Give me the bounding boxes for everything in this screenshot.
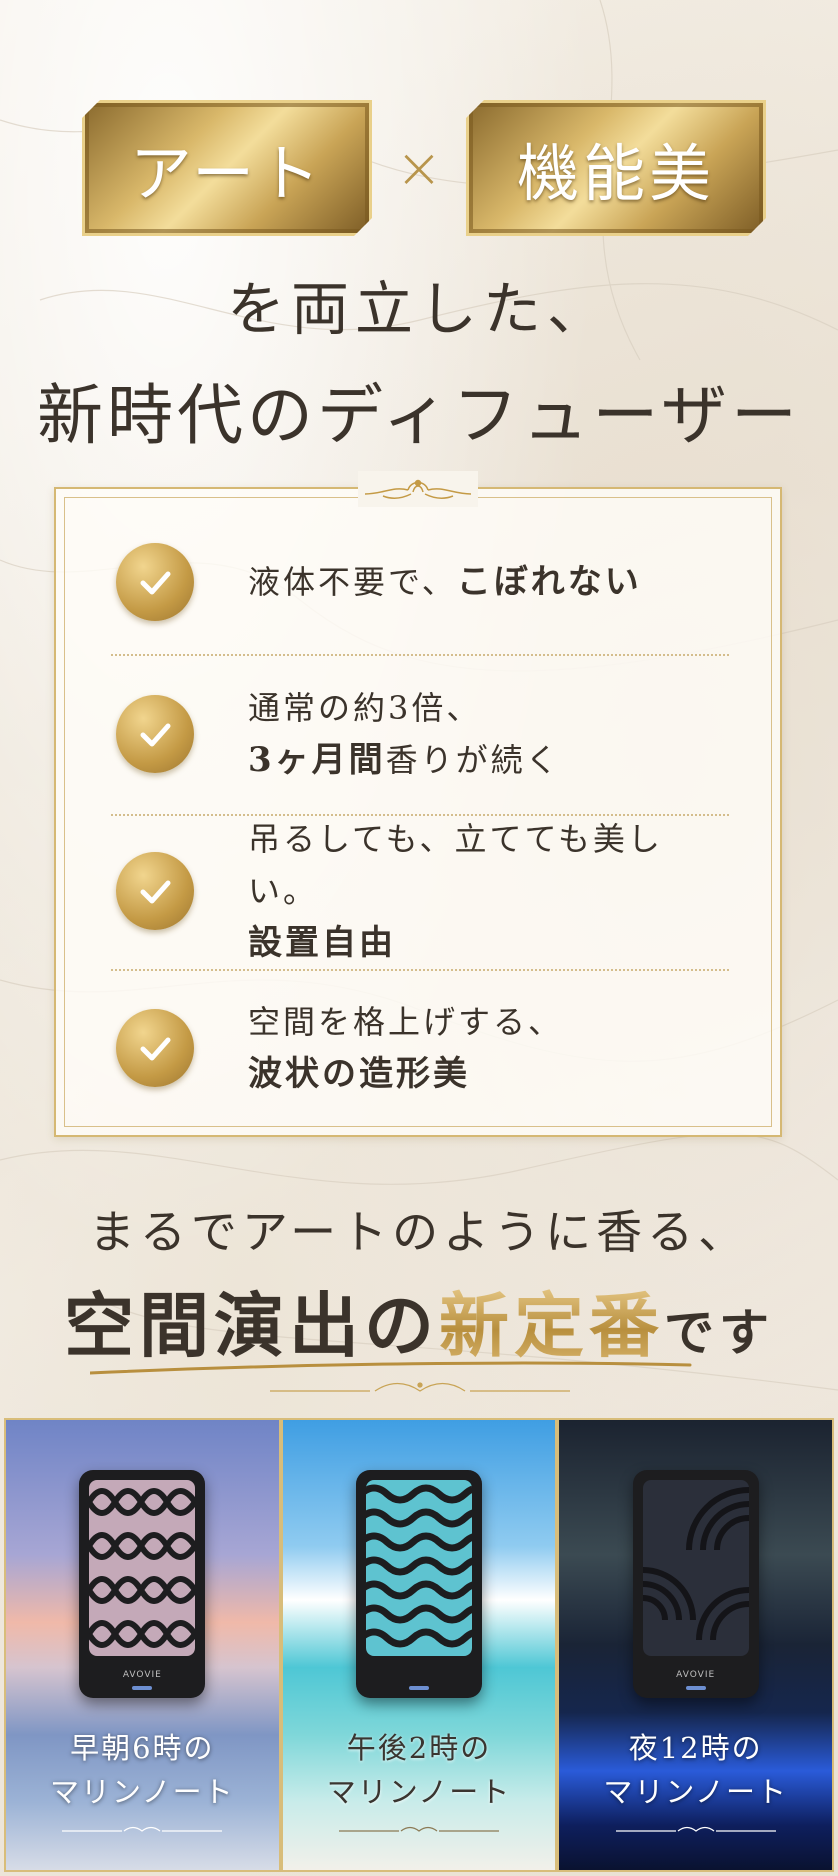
- led-indicator: [685, 1686, 706, 1690]
- led-indicator: [409, 1686, 429, 1690]
- diffuser-device: AVOVIE: [79, 1470, 206, 1698]
- panel-caption-line2: マリンノート: [50, 1775, 235, 1809]
- diffuser-device: [356, 1470, 482, 1698]
- feature-plain: 液体不要で、: [248, 563, 457, 601]
- panel-caption-line2: マリンノート: [326, 1775, 512, 1809]
- feature-bold: こぼれない: [456, 562, 642, 602]
- panel-night: AVOVIE 夜12時の マリンノート: [559, 1420, 833, 1870]
- tagline-underline: [90, 1361, 692, 1392]
- feature-text: 空間を格上げする、 波状の造形美: [248, 996, 563, 1100]
- check-icon: [116, 852, 194, 930]
- feature-bold: 波状の造形美: [248, 1054, 470, 1094]
- led-indicator: [132, 1686, 153, 1690]
- features-card: 液体不要で、こぼれない 通常の約3倍、 3ヶ月間香りが続く 吊るしても、立てても…: [54, 471, 782, 1137]
- brand-logo: AVOVIE: [676, 1670, 716, 1680]
- feature-item: 液体不要で、こぼれない: [116, 543, 726, 621]
- wave-pattern: [366, 1480, 472, 1656]
- feature-bold: 3ヶ月間: [248, 740, 386, 780]
- art-badge-label: アート: [129, 137, 325, 210]
- caption-ornament: [615, 1826, 776, 1832]
- panel-caption-line1: 午後2時の: [346, 1731, 492, 1765]
- divider: [111, 969, 729, 971]
- function-beauty-label: 機能美: [516, 137, 715, 210]
- check-icon: [116, 543, 194, 621]
- panel-caption-line2: マリンノート: [603, 1775, 788, 1809]
- divider: [111, 654, 729, 656]
- times-symbol: ×: [395, 135, 443, 201]
- panel-caption-line1: 夜12時の: [628, 1731, 763, 1765]
- feature-item: 吊るしても、立てても美しい。 設置自由: [116, 820, 726, 963]
- header-badges: アート × 機能美: [82, 100, 766, 236]
- feature-plain: 通常の約3倍、: [248, 689, 482, 727]
- function-beauty-badge: 機能美: [466, 100, 766, 236]
- feature-item: 通常の約3倍、 3ヶ月間香りが続く: [116, 679, 726, 789]
- feature-plain: 空間を格上げする、: [248, 1003, 564, 1041]
- caption-ornament: [62, 1826, 223, 1832]
- feature-bold: 設置自由: [248, 923, 396, 963]
- feature-item: 空間を格上げする、 波状の造形美: [116, 993, 726, 1103]
- feature-text: 吊るしても、立てても美しい。 設置自由: [248, 813, 726, 969]
- feature-text: 液体不要で、こぼれない: [248, 556, 642, 608]
- feature-text: 通常の約3倍、 3ヶ月間香りが続く: [248, 682, 561, 786]
- diamond-pattern: [89, 1480, 196, 1656]
- headline-line2: 新時代のディフューザー: [36, 377, 802, 454]
- tagline-part-b: です: [664, 1303, 774, 1362]
- art-badge: アート: [82, 100, 372, 236]
- check-icon: [116, 1009, 194, 1087]
- feature-plain: 吊るしても、立てても美しい。: [248, 820, 663, 910]
- panel-afternoon: 午後2時の マリンノート: [282, 1420, 556, 1870]
- headline-line1: を両立した、: [226, 275, 611, 343]
- arc-pattern: [642, 1480, 749, 1656]
- feature-plain-2: 香りが続く: [385, 741, 561, 779]
- diffuser-device: AVOVIE: [632, 1470, 759, 1698]
- tagline-line1: まるでアートのように香る、: [88, 1205, 750, 1259]
- check-icon: [116, 695, 194, 773]
- scene-panels: AVOVIE 早朝6時の マリンノート 午後2時の マリンノート AVOVIE …: [4, 1418, 834, 1872]
- ornament-icon: [358, 471, 478, 507]
- panel-caption-line1: 早朝6時の: [70, 1731, 215, 1765]
- brand-logo: AVOVIE: [122, 1670, 162, 1680]
- caption-ornament: [339, 1826, 499, 1832]
- panel-morning: AVOVIE 早朝6時の マリンノート: [6, 1420, 279, 1870]
